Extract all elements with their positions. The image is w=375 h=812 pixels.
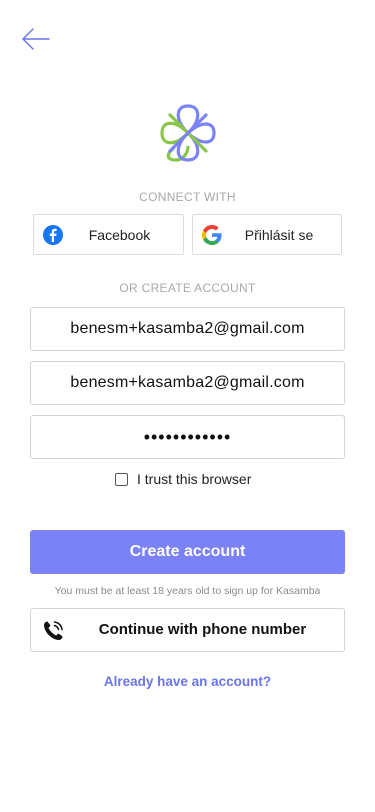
facebook-icon [43, 225, 63, 245]
confirm-email-field[interactable]: benesm+kasamba2@gmail.com [30, 361, 345, 405]
connect-with-label: CONNECT WITH [139, 190, 236, 204]
google-login-button[interactable]: Přihlásit se [192, 214, 342, 255]
google-icon [202, 225, 222, 245]
email-field[interactable]: benesm+kasamba2@gmail.com [30, 307, 345, 351]
arrow-left-icon [22, 28, 50, 50]
trust-browser-toggle[interactable]: I trust this browser [115, 471, 251, 487]
trust-browser-checkbox[interactable] [115, 472, 128, 486]
create-account-button[interactable]: Create account [30, 530, 345, 574]
login-link[interactable]: Already have an account? [0, 674, 375, 689]
create-account-label: OR CREATE ACCOUNT [119, 281, 256, 295]
phone-button-label: Continue with phone number [98, 621, 307, 638]
password-field[interactable]: •••••••••••• [30, 415, 345, 459]
phone-login-button[interactable]: Continue with phone number [30, 608, 345, 652]
age-requirement-note: You must be at least 18 years old to sig… [54, 585, 321, 597]
kasamba-logo [156, 102, 220, 164]
back-button[interactable] [20, 26, 52, 52]
facebook-login-button[interactable]: Facebook [33, 214, 184, 255]
trust-browser-label: I trust this browser [137, 471, 252, 487]
